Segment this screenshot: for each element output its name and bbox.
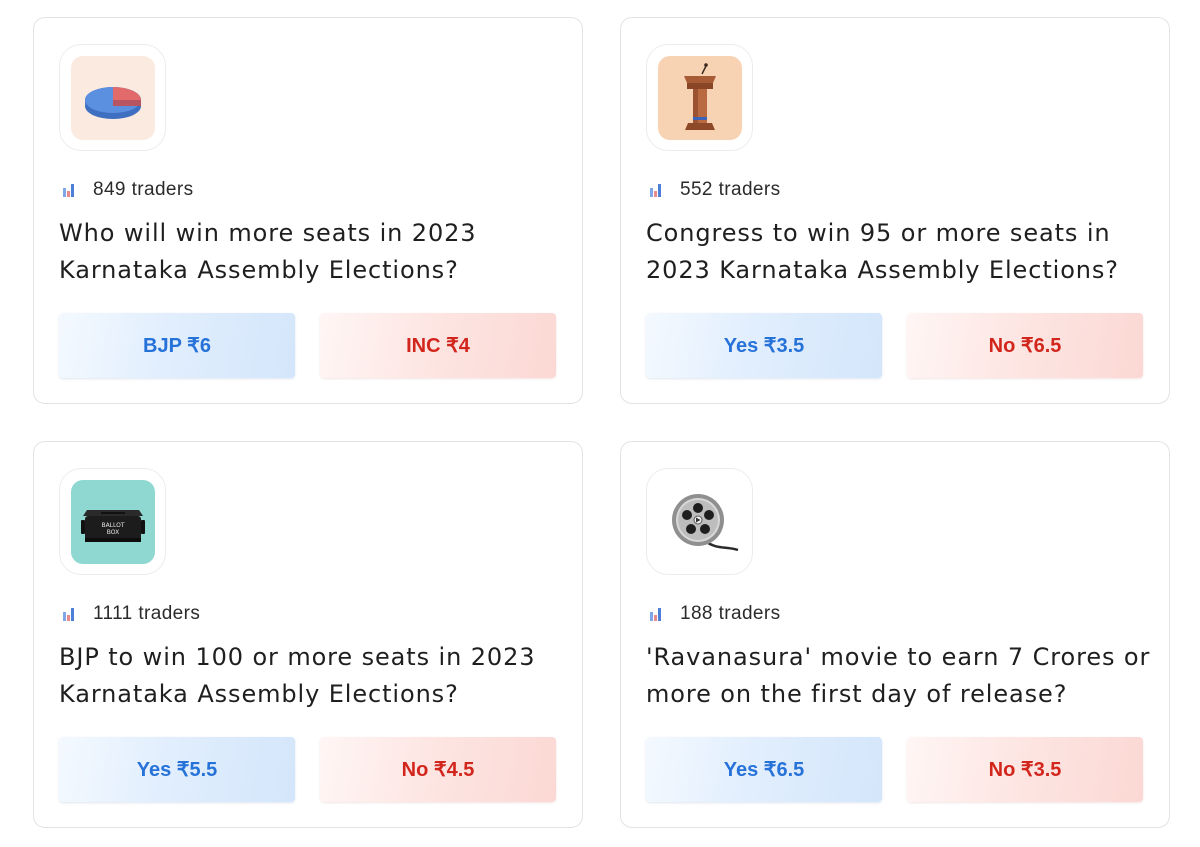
market-icon-frame xyxy=(59,44,166,151)
buy-yes-button[interactable]: BJP ₹6 xyxy=(59,313,295,378)
traders-label: 552 traders xyxy=(680,179,781,200)
market-card[interactable]: 849 traders Who will win more seats in 2… xyxy=(33,17,583,404)
buy-no-button[interactable]: INC ₹4 xyxy=(320,313,556,378)
buy-no-button[interactable]: No ₹3.5 xyxy=(907,737,1143,802)
svg-text:BALLOT: BALLOT xyxy=(101,522,124,529)
market-card[interactable]: 552 traders Congress to win 95 or more s… xyxy=(620,17,1170,404)
bar-chart-icon xyxy=(650,184,661,197)
market-icon-frame xyxy=(646,468,753,575)
market-question[interactable]: 'Ravanasura' movie to earn 7 Crores or m… xyxy=(646,639,1151,713)
podium-icon xyxy=(658,56,742,140)
market-icon-frame xyxy=(646,44,753,151)
film-reel-icon xyxy=(658,480,742,564)
traders-label: 849 traders xyxy=(93,179,194,200)
buy-yes-button[interactable]: Yes ₹5.5 xyxy=(59,737,295,802)
traders-label: 1111 traders xyxy=(93,603,201,624)
market-card[interactable]: 188 traders 'Ravanasura' movie to earn 7… xyxy=(620,441,1170,828)
buy-no-button[interactable]: No ₹4.5 xyxy=(320,737,556,802)
ballot-box-icon: BALLOT BOX xyxy=(71,480,155,564)
svg-text:BOX: BOX xyxy=(107,529,119,536)
market-question[interactable]: BJP to win 100 or more seats in 2023 Kar… xyxy=(59,639,564,713)
traders-count: 849 traders xyxy=(61,178,194,202)
buy-yes-button[interactable]: Yes ₹6.5 xyxy=(646,737,882,802)
bar-chart-icon xyxy=(650,608,661,621)
traders-label: 188 traders xyxy=(680,603,781,624)
traders-count: 188 traders xyxy=(648,602,781,626)
market-icon-frame: BALLOT BOX xyxy=(59,468,166,575)
bar-chart-icon xyxy=(63,184,74,197)
market-card[interactable]: BALLOT BOX 1111 traders BJP to win 100 o… xyxy=(33,441,583,828)
buy-no-button[interactable]: No ₹6.5 xyxy=(907,313,1143,378)
traders-count: 552 traders xyxy=(648,178,781,202)
pie-chart-icon xyxy=(71,56,155,140)
market-question[interactable]: Congress to win 95 or more seats in 2023… xyxy=(646,215,1151,289)
traders-count: 1111 traders xyxy=(61,602,200,626)
market-question[interactable]: Who will win more seats in 2023 Karnatak… xyxy=(59,215,564,289)
bar-chart-icon xyxy=(63,608,74,621)
buy-yes-button[interactable]: Yes ₹3.5 xyxy=(646,313,882,378)
